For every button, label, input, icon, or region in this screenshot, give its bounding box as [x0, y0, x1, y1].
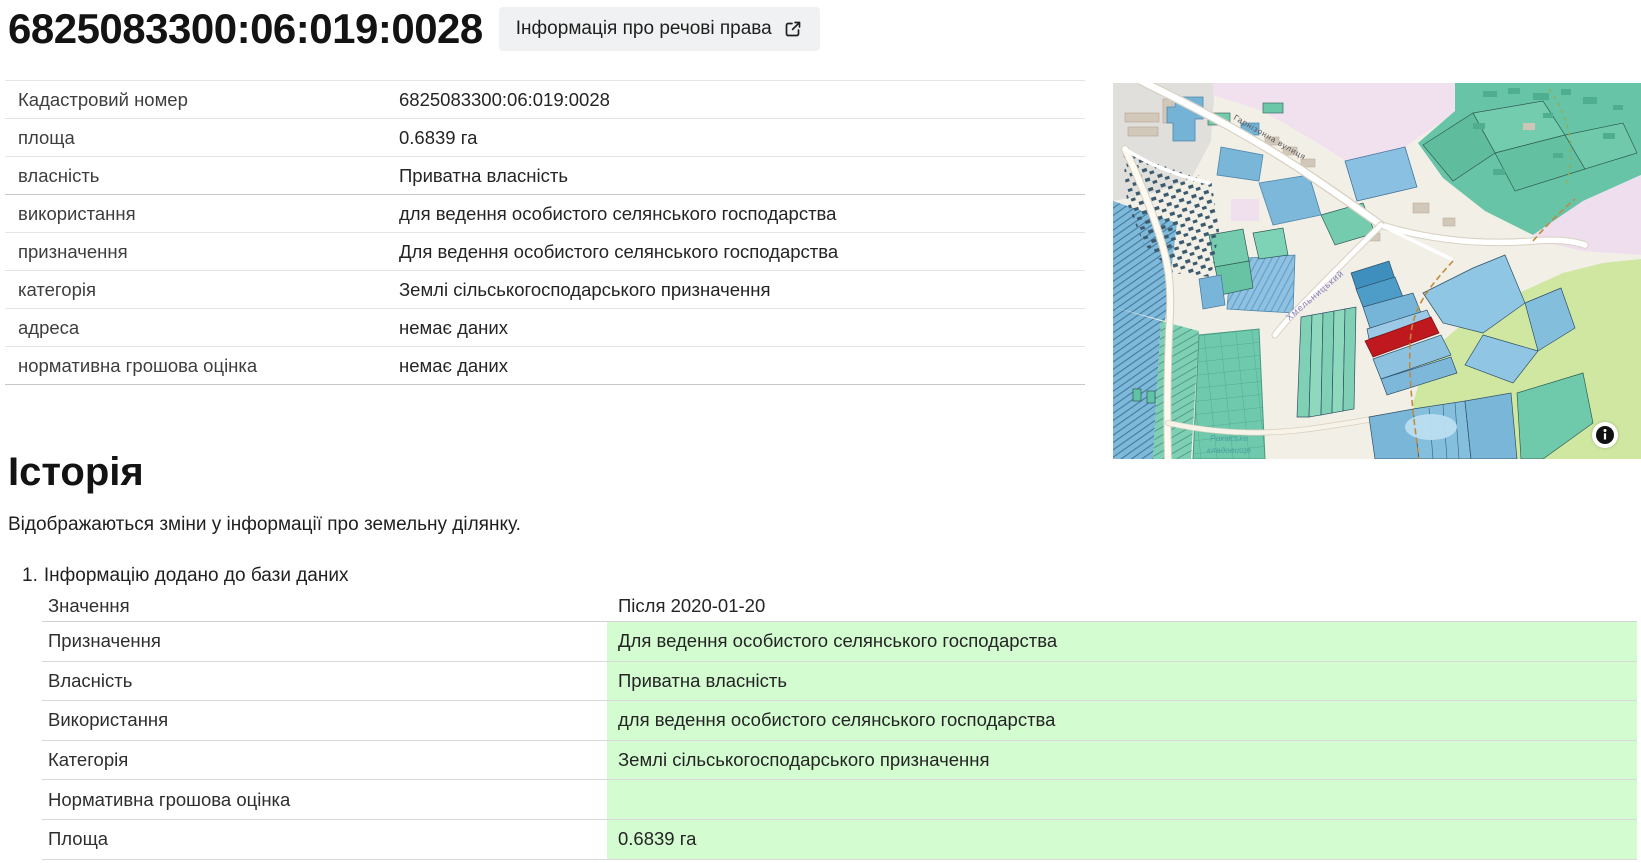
history-row-label: Нормативна грошова оцінка — [48, 789, 290, 811]
info-row-label: використання — [5, 203, 396, 225]
history-table-row: Власність Приватна власність — [42, 662, 1637, 702]
history-heading: Історія — [8, 450, 144, 495]
history-row-value — [607, 780, 1637, 819]
history-table-row: Використання для ведення особистого селя… — [42, 701, 1637, 741]
history-row-label: Власність — [48, 670, 132, 692]
map-info-button[interactable] — [1592, 422, 1618, 448]
history-row-value: Для ведення особистого селянського госпо… — [607, 622, 1637, 661]
history-row-label: Значення — [48, 595, 130, 617]
rights-info-button-label: Інформація про речові права — [516, 18, 772, 40]
info-table-row: власність Приватна власність — [5, 157, 1085, 195]
page-title: 6825083300:06:019:0028 — [8, 5, 483, 53]
history-row-label: Площа — [48, 828, 108, 850]
map-cemetery-label-line1: Раківське — [1210, 433, 1248, 443]
parcel-info-table: Кадастровий номер 6825083300:06:019:0028… — [5, 80, 1085, 385]
info-row-label: нормативна грошова оцінка — [5, 355, 396, 377]
info-table-row: адреса немає даних — [5, 309, 1085, 347]
history-row-label: Призначення — [48, 630, 161, 652]
info-table-row: категорія Землі сільськогосподарського п… — [5, 271, 1085, 309]
info-row-label: категорія — [5, 279, 396, 301]
info-row-value: Приватна власність — [399, 165, 568, 187]
info-row-value: Землі сільськогосподарського призначення — [399, 279, 771, 301]
info-table-row: Кадастровий номер 6825083300:06:019:0028 — [5, 81, 1085, 119]
info-row-label: Кадастровий номер — [5, 89, 396, 111]
cadastral-map[interactable]: Гарнізонна вулиця Хмельницький Раківське… — [1113, 83, 1641, 459]
info-row-label: призначення — [5, 241, 396, 263]
info-table-row: використання для ведення особистого селя… — [5, 195, 1085, 233]
cadastral-map-canvas: Гарнізонна вулиця Хмельницький Раківське… — [1113, 83, 1641, 459]
info-row-label: власність — [5, 165, 396, 187]
history-row-label: Використання — [48, 709, 168, 731]
history-table: Значення Після 2020-01-20 Призначення Дл… — [42, 590, 1637, 860]
history-row-value: Приватна власність — [607, 662, 1637, 701]
info-row-value: для ведення особистого селянського госпо… — [399, 203, 836, 225]
info-row-label: площа — [5, 127, 396, 149]
history-table-row: Нормативна грошова оцінка — [42, 780, 1637, 820]
history-row-value: Після 2020-01-20 — [607, 590, 1637, 621]
info-row-value: немає даних — [399, 317, 508, 339]
external-link-icon — [783, 19, 803, 39]
info-icon — [1595, 425, 1615, 445]
history-row-value: 0.6839 га — [607, 820, 1637, 859]
info-table-row: призначення Для ведення особистого селян… — [5, 233, 1085, 271]
info-table-row: нормативна грошова оцінка немає даних — [5, 347, 1085, 385]
history-description: Відображаються зміни у інформації про зе… — [8, 514, 521, 536]
history-row-value: Землі сільськогосподарського призначення — [607, 741, 1637, 780]
history-entry-title: 1. Інформацію додано до бази даних — [22, 565, 348, 587]
map-cemetery-label-line2: кладовище — [1207, 445, 1251, 455]
history-row-value: для ведення особистого селянського госпо… — [607, 701, 1637, 740]
info-row-value: 6825083300:06:019:0028 — [399, 89, 610, 111]
info-row-value: Для ведення особистого селянського госпо… — [399, 241, 838, 263]
history-table-row: Призначення Для ведення особистого селян… — [42, 622, 1637, 662]
page-header: 6825083300:06:019:0028 Інформація про ре… — [8, 0, 820, 58]
history-table-row: Площа 0.6839 га — [42, 820, 1637, 860]
history-entry-index: 1. — [22, 565, 38, 587]
history-row-label: Категорія — [48, 749, 128, 771]
info-row-label: адреса — [5, 317, 396, 339]
rights-info-button[interactable]: Інформація про речові права — [499, 7, 820, 51]
history-entry-title-text: Інформацію додано до бази даних — [44, 565, 349, 587]
info-table-row: площа 0.6839 га — [5, 119, 1085, 157]
history-table-row: Категорія Землі сільськогосподарського п… — [42, 741, 1637, 781]
info-row-value: 0.6839 га — [399, 127, 477, 149]
info-row-value: немає даних — [399, 355, 508, 377]
history-table-row: Значення Після 2020-01-20 — [42, 590, 1637, 622]
